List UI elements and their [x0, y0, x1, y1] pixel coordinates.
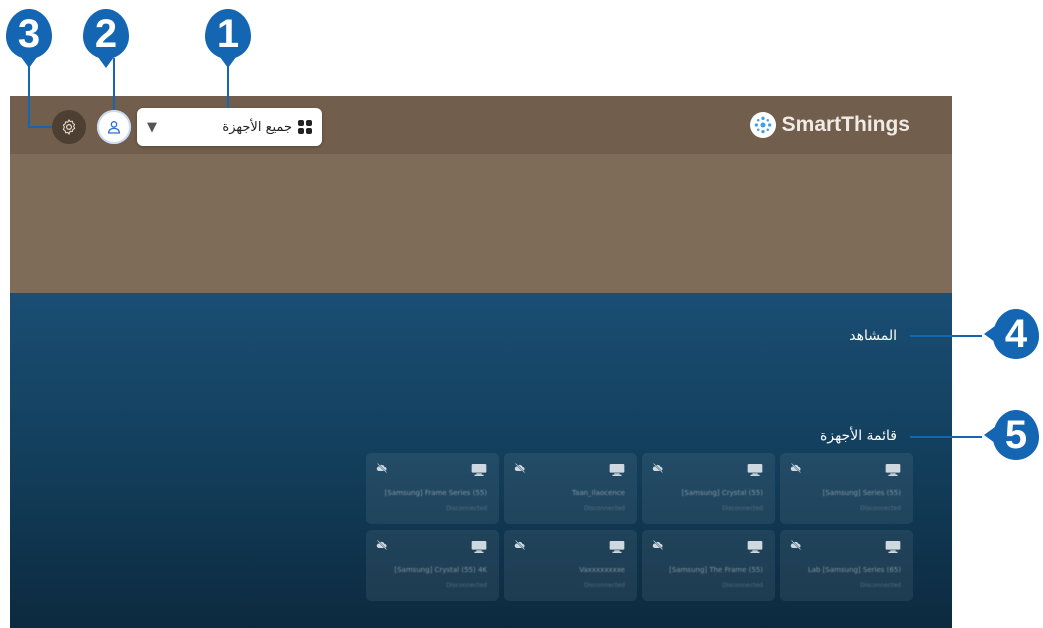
dropdown-arrow-icon: ▼ [147, 119, 157, 135]
device-name: [Samsung] Series (55) [822, 489, 901, 497]
smartthings-brand: SmartThings [749, 112, 910, 138]
cloud-off-icon [652, 463, 664, 473]
device-name: [Samsung] The Frame (55) [669, 566, 763, 574]
device-card[interactable]: [Samsung] Frame Series (55) Disconnected [366, 453, 499, 524]
smartthings-logo-icon [749, 112, 776, 138]
grid-icon [298, 120, 312, 134]
device-list-heading: قائمة الأجهزة [820, 428, 897, 444]
callout-line-5 [910, 436, 982, 438]
device-name: [Samsung] Crystal (55) 4K [394, 566, 487, 574]
device-name: [Samsung] Crystal (55) [681, 489, 763, 497]
callout-marker-2: 2 [83, 9, 129, 59]
gear-icon [62, 119, 76, 135]
smartthings-screen: ▼ جميع الأجهزة SmartThings المشاهد قائمة… [10, 96, 952, 628]
tv-icon [885, 464, 901, 476]
callout-line-3-vertical [28, 58, 30, 128]
callout-line-3 [28, 126, 52, 128]
account-button[interactable] [97, 110, 131, 144]
tv-icon [471, 464, 487, 476]
settings-button[interactable] [52, 110, 86, 144]
callout-marker-5: 5 [993, 410, 1039, 460]
device-card[interactable]: Vaxxxxxxxxe Disconnected [504, 530, 637, 601]
device-card[interactable]: [Samsung] Crystal (55) Disconnected [642, 453, 775, 524]
device-name: Lab [Samsung] Series (65) [807, 566, 901, 574]
device-card[interactable]: [Samsung] Series (55) Disconnected [780, 453, 913, 524]
cloud-off-icon [790, 463, 802, 473]
device-status: Disconnected [860, 582, 901, 589]
brand-name: SmartThings [781, 113, 910, 136]
device-status: Disconnected [446, 505, 487, 512]
tv-icon [471, 541, 487, 553]
device-status: Disconnected [722, 505, 763, 512]
dropdown-label: جميع الأجهزة [222, 119, 292, 135]
callout-line-2 [113, 58, 115, 110]
callout-line-1 [227, 58, 229, 108]
cloud-off-icon [514, 540, 526, 550]
callout-marker-3: 3 [6, 9, 52, 59]
cloud-off-icon [652, 540, 664, 550]
cloud-off-icon [790, 540, 802, 550]
person-icon [108, 121, 120, 134]
device-status: Disconnected [860, 505, 901, 512]
device-status: Disconnected [584, 582, 625, 589]
cloud-off-icon [376, 463, 388, 473]
device-grid: [Samsung] Frame Series (55) Disconnected T… [366, 453, 914, 601]
tv-icon [609, 541, 625, 553]
device-status: Disconnected [446, 582, 487, 589]
device-card[interactable]: Lab [Samsung] Series (65) Disconnected [780, 530, 913, 601]
device-card[interactable]: [Samsung] The Frame (55) Disconnected [642, 530, 775, 601]
device-status: Disconnected [722, 582, 763, 589]
callout-line-4 [910, 335, 982, 337]
cloud-off-icon [376, 540, 388, 550]
device-name: Taan_Ilaocence [572, 489, 625, 497]
device-name: [Samsung] Frame Series (55) [384, 489, 487, 497]
cloud-off-icon [514, 463, 526, 473]
callout-marker-4: 4 [993, 309, 1039, 359]
location-dropdown[interactable]: ▼ جميع الأجهزة [137, 108, 322, 146]
scenes-heading: المشاهد [849, 328, 897, 344]
device-card[interactable]: [Samsung] Crystal (55) 4K Disconnected [366, 530, 499, 601]
device-card[interactable]: Taan_Ilaocence Disconnected [504, 453, 637, 524]
header-area: ▼ جميع الأجهزة SmartThings [10, 96, 952, 293]
tv-icon [885, 541, 901, 553]
callout-marker-1: 1 [205, 9, 251, 59]
tv-icon [747, 541, 763, 553]
tv-icon [609, 464, 625, 476]
device-name: Vaxxxxxxxxe [579, 566, 625, 574]
device-status: Disconnected [584, 505, 625, 512]
tv-icon [747, 464, 763, 476]
